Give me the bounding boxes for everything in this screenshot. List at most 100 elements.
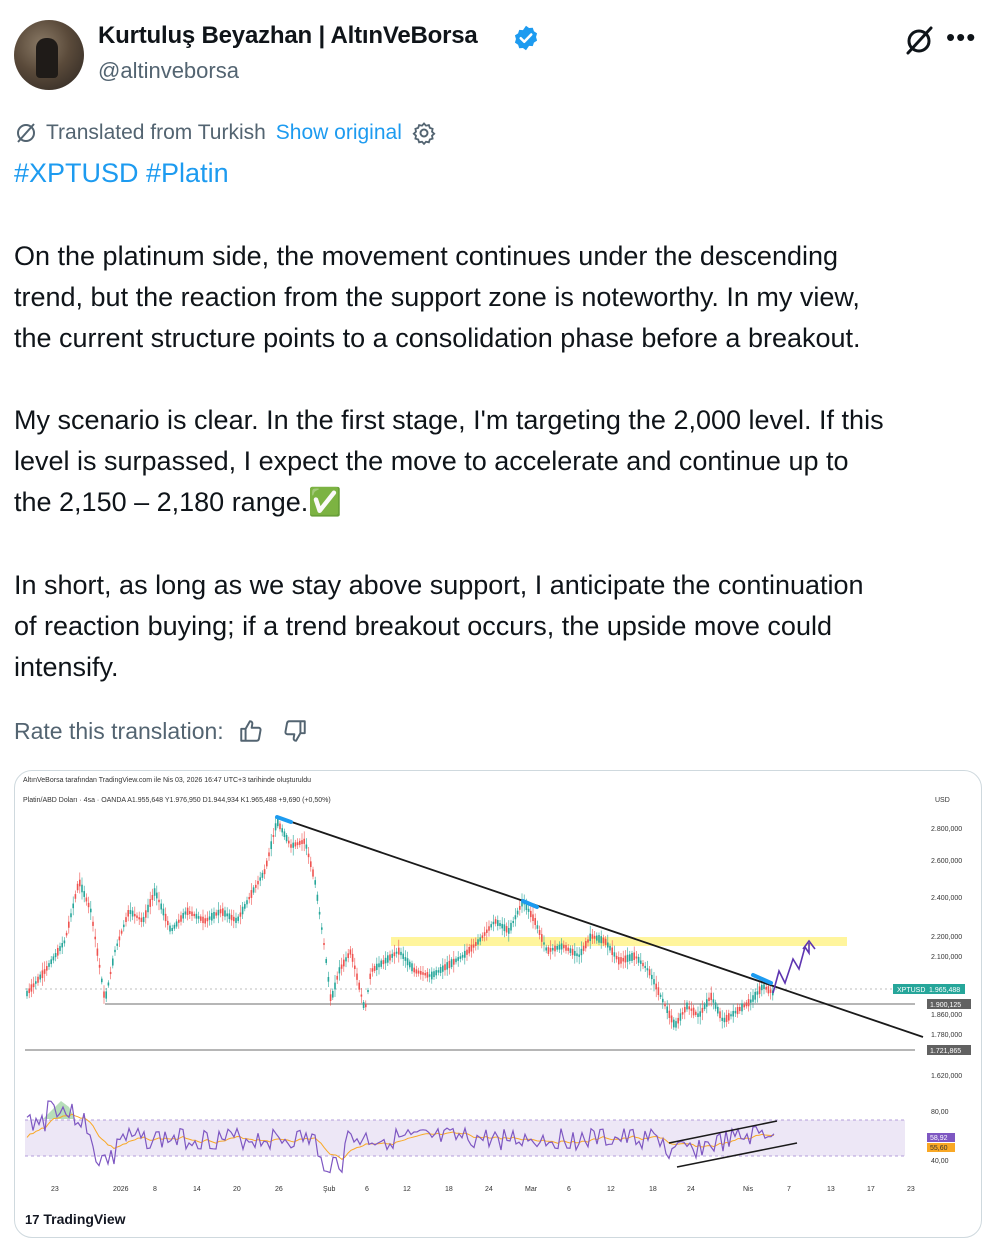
price-axis: 2.800,000 2.600,000 2.400,000 2.200,000 2.10… [931,826,962,1080]
show-original-link[interactable]: Show original [276,121,402,145]
candle-down [486,929,488,933]
candle-up [613,952,616,957]
candle-down [382,960,385,965]
candle-up [717,1006,719,1014]
candles [26,816,774,1031]
candle-up [378,963,380,968]
candle-down [505,926,508,933]
thumbs-down-icon[interactable] [282,718,308,744]
candle-up [211,912,213,921]
candle-up [197,916,200,919]
candle-up [752,995,754,1002]
candle-down [420,970,422,975]
candle-down [79,879,81,887]
candle-up [464,950,466,958]
candle-up [446,962,448,970]
candle-down [448,960,451,969]
target-zone [391,937,847,946]
candle-down [272,834,275,838]
candle-up [732,1010,734,1017]
candle-up [52,956,55,961]
candle-down [373,965,376,971]
candle-up [450,959,453,968]
candle-up [391,953,393,958]
candle-down [398,947,400,955]
grok-icon[interactable] [902,24,936,58]
candle-up [503,924,506,932]
x-axis-tick: 17 [867,1186,875,1193]
candle-up [536,925,539,929]
candle-up [305,844,308,849]
candle-down [239,912,242,917]
candle-down [481,935,484,939]
tweet-paragraph-2: My scenario is clear. In the first stage… [14,400,989,523]
candle-up [332,990,334,998]
text-line: of reaction buying; if a trend breakout … [14,611,832,641]
chart-image[interactable]: AltınVeBorsa tarafından TradingView.com … [14,770,982,1238]
candle-up [327,977,330,982]
projection-arrow [772,943,810,994]
candle-up [208,916,211,920]
candle-up [626,954,629,962]
candle-down [426,972,429,978]
rsi-band [25,1120,905,1156]
candle-down [250,890,253,898]
candle-down [358,982,360,990]
rsi-tick-40: 40,00 [931,1158,949,1165]
author-name[interactable]: Kurtuluş Beyazhan | AltınVeBorsa [98,22,478,50]
candle-down [758,986,761,995]
candle-down [136,915,138,918]
candle-up [142,916,145,923]
candle-up [213,911,215,919]
x-axis-tick: Mar [525,1186,538,1193]
candle-down [222,908,224,916]
x-axis-tick: 8 [153,1186,157,1193]
candle-down [98,964,101,968]
settings-gear-icon[interactable] [412,121,436,145]
candle-down [369,973,371,980]
candle-down [728,1013,730,1021]
candle-down [178,919,180,923]
avatar[interactable] [14,20,84,90]
candle-down [538,930,541,935]
text-line: trend, but the reaction from the support… [14,282,860,312]
candle-down [186,907,189,916]
candle-up [384,957,387,964]
price-axis-tick: 2.400,000 [931,895,962,902]
candle-up [437,970,440,973]
candle-up [244,904,246,909]
candle-up [406,958,409,966]
candle-up [39,974,41,980]
candle-down [739,1006,741,1012]
candle-down [103,991,105,998]
candle-up [252,887,255,893]
candle-up [129,909,132,915]
candle-up [763,984,765,990]
candle-up [26,990,28,997]
candle-up [439,967,442,973]
candle-up [461,954,464,958]
candle-down [279,823,281,830]
candle-up [274,823,277,831]
candle-down [248,896,250,900]
more-options-icon[interactable]: ••• [946,22,976,53]
candle-down [664,1004,666,1007]
candle-down [468,946,470,954]
thumbs-up-icon[interactable] [238,718,264,744]
candle-down [567,947,569,951]
candle-down [692,1007,695,1016]
x-axis-tick: 20 [233,1186,241,1193]
candle-up [175,921,178,927]
candle-down [765,986,767,990]
hashtags[interactable]: #XPTUSD #Platin [14,158,229,189]
candle-up [754,991,756,1000]
candle-down [690,1008,693,1011]
candle-up [325,959,327,963]
candle-up [314,880,316,885]
candle-down [701,1007,704,1013]
author-handle[interactable]: @altinveborsa [98,58,239,84]
candle-down [444,964,446,971]
candle-down [695,1011,697,1015]
candle-up [316,894,319,901]
candle-down [642,962,644,967]
